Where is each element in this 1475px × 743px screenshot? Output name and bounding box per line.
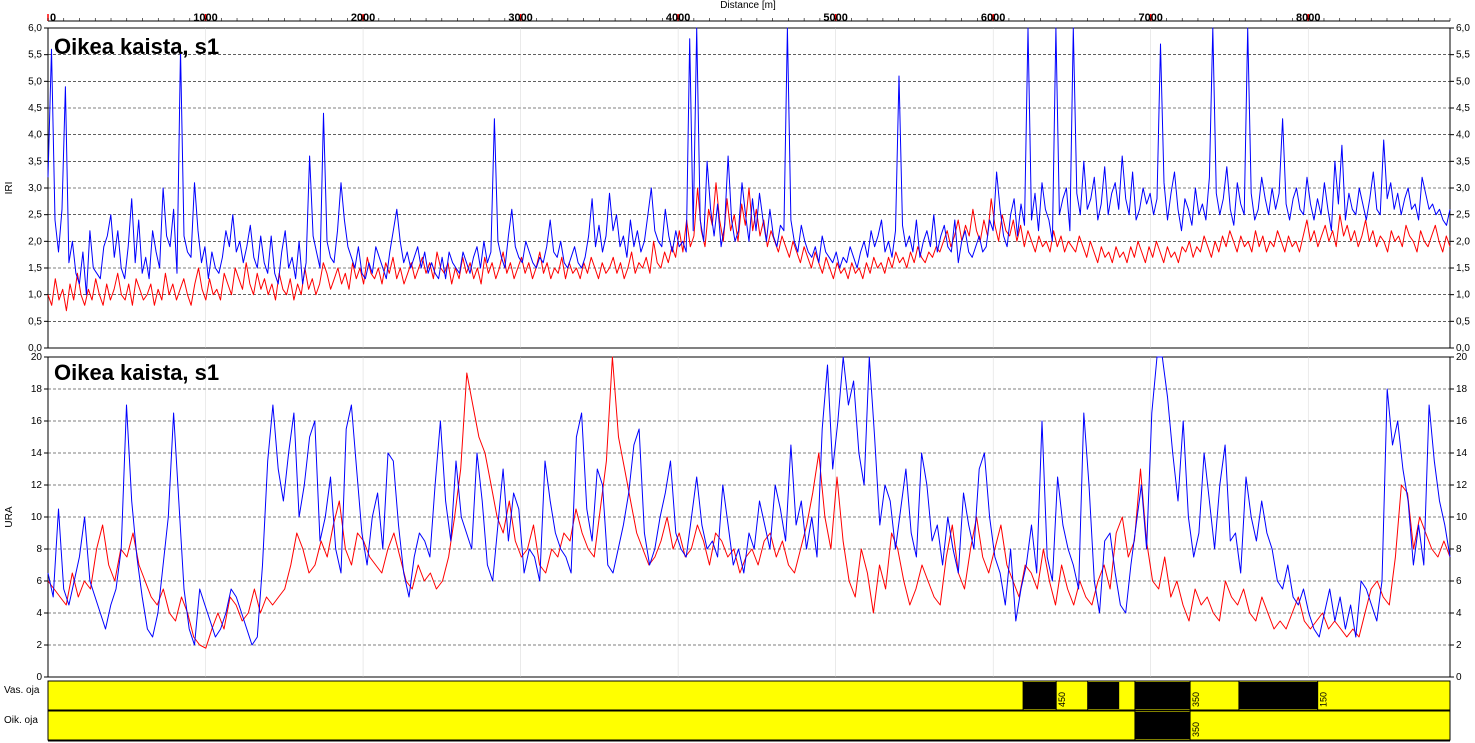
- ura-panel: 0 0 2 2 4 4 6 6 8 8 10 10 12 12 14 14 16 16 18 18 20 20 Oikea…: [4, 352, 1468, 683]
- strip-segment-label: 250: [1089, 692, 1099, 707]
- y-tick-label-right: 10: [1456, 512, 1468, 523]
- x-axis-title: Distance [m]: [720, 0, 776, 11]
- y-tick-label-right: 20: [1456, 352, 1468, 363]
- iri-panel: 0,0 0,00,5 0,51,0 1,01,5 1,52,0 2,02,5 2,53,0 3…: [4, 23, 1470, 354]
- x-tick-label: 0: [50, 12, 56, 24]
- y-tick-label-right: 12: [1456, 480, 1468, 491]
- y-tick-label: 5,5: [28, 50, 42, 61]
- strip-black-segment: [1238, 682, 1318, 709]
- strip-segment-label: 150: [1319, 692, 1329, 707]
- y-tick-label: 5,0: [28, 76, 42, 87]
- y-tick-label: 4,0: [28, 130, 42, 141]
- x-ticks: 0 1000 2000 3000 4000 5000 6000 7000 8000: [47, 12, 1451, 24]
- strip-segment-label: 250: [1024, 692, 1034, 707]
- y-tick-label: 0,5: [28, 316, 42, 327]
- strip-segment-label: 350: [1191, 692, 1201, 707]
- y-tick-label-right: 3,0: [1456, 183, 1470, 194]
- y-tick-label-right: 14: [1456, 448, 1468, 459]
- y-tick-label-right: 2,5: [1456, 210, 1470, 221]
- y-tick-label: 1,0: [28, 290, 42, 301]
- y-tick-label: 4: [36, 608, 42, 619]
- y-tick-label-right: 0,5: [1456, 316, 1470, 327]
- y-tick-label: 20: [31, 352, 43, 363]
- y-tick-label-right: 5,5: [1456, 50, 1470, 61]
- ditch-strips: Vas. oja 250 450 250 100 350 250 150 Oik. oja 300…: [4, 680, 1451, 742]
- strip-rows: Vas. oja 250 450 250 100 350 250 150 Oik. oja 300…: [4, 680, 1451, 742]
- strip-segment-label: 350: [1191, 722, 1201, 737]
- y-tick-label: 6: [36, 576, 42, 587]
- iri-y-axis-title: IRI: [4, 182, 15, 195]
- y-tick-label-right: 16: [1456, 416, 1468, 427]
- y-tick-label: 3,0: [28, 183, 42, 194]
- y-tick-label-right: 4,0: [1456, 130, 1470, 141]
- y-tick-label-right: 18: [1456, 384, 1468, 395]
- strip-segment-label: 300: [1136, 722, 1146, 737]
- y-tick-label: 16: [31, 416, 43, 427]
- ura-y-axis-title: URA: [4, 506, 15, 527]
- y-tick-label: 6,0: [28, 23, 42, 34]
- y-tick-label: 3,5: [28, 156, 42, 167]
- top-x-axis: Distance [m] 0 1000 2000 3000 4000 5000 6000 70…: [47, 0, 1451, 24]
- y-tick-label-right: 1,0: [1456, 290, 1470, 301]
- y-tick-label-right: 4: [1456, 608, 1462, 619]
- y-tick-label: 1,5: [28, 263, 42, 274]
- y-tick-label-right: 8: [1456, 544, 1462, 555]
- chart-stage: Distance [m] 0 1000 2000 3000 4000 5000 6000 70…: [4, 0, 1470, 742]
- ura-panel-title: Oikea kaista, s1: [54, 360, 219, 385]
- y-tick-label-right: 2: [1456, 640, 1462, 651]
- y-tick-label-right: 0: [1456, 672, 1462, 683]
- y-tick-label: 2,0: [28, 236, 42, 247]
- y-tick-label-right: 5,0: [1456, 76, 1470, 87]
- y-tick-label: 8: [36, 544, 42, 555]
- strip-segment-label: 250: [1240, 692, 1250, 707]
- strip-row-label: Oik. oja: [4, 715, 38, 726]
- y-tick-label-right: 4,5: [1456, 103, 1470, 114]
- y-tick-label: 2,5: [28, 210, 42, 221]
- y-tick-label: 10: [31, 512, 43, 523]
- y-tick-label-right: 6,0: [1456, 23, 1470, 34]
- y-tick-label: 12: [31, 480, 43, 491]
- y-tick-label: 14: [31, 448, 43, 459]
- y-tick-label: 18: [31, 384, 43, 395]
- y-tick-label: 2: [36, 640, 42, 651]
- y-tick-label: 0: [36, 672, 42, 683]
- iri-panel-title: Oikea kaista, s1: [54, 34, 219, 59]
- strip-row-bg: [47, 710, 1451, 741]
- y-tick-label-right: 1,5: [1456, 263, 1470, 274]
- strip-row-label: Vas. oja: [4, 685, 40, 696]
- strip-segment-label: 100: [1136, 692, 1146, 707]
- strip-segment-label: 450: [1057, 692, 1067, 707]
- y-tick-label-right: 2,0: [1456, 236, 1470, 247]
- y-tick-label-right: 3,5: [1456, 156, 1470, 167]
- y-tick-label: 4,5: [28, 103, 42, 114]
- y-tick-label-right: 6: [1456, 576, 1462, 587]
